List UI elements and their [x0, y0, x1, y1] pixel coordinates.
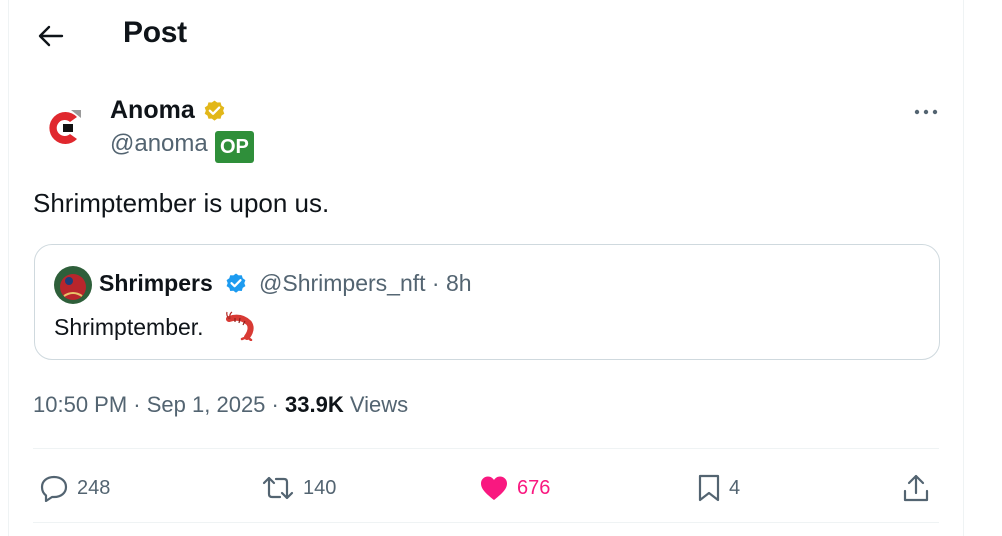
- repost-count: 140: [303, 476, 337, 499]
- post-meta: 10:50 PM · Sep 1, 2025 · 33.9K Views: [33, 392, 408, 418]
- repost-icon: [262, 476, 294, 500]
- reply-button[interactable]: 248: [39, 470, 110, 506]
- back-button[interactable]: [35, 20, 67, 52]
- reply-icon: [40, 475, 68, 502]
- author-name[interactable]: Anoma: [110, 96, 195, 125]
- page-title: Post: [123, 16, 187, 49]
- verified-gold-badge-icon: [204, 100, 225, 121]
- post-text: Shrimptember is upon us.: [33, 188, 330, 218]
- heart-filled-icon: [481, 476, 507, 500]
- quoted-author-avatar[interactable]: [54, 266, 92, 304]
- op-badge: OP: [215, 131, 254, 163]
- more-options-button[interactable]: [909, 100, 943, 124]
- top-bar: Post: [9, 0, 963, 70]
- post-column: Post Anoma @anoma OP Shrimptember is upo…: [8, 0, 964, 536]
- views-count: 33.9K: [285, 392, 344, 417]
- arrow-left-icon: [38, 25, 64, 47]
- post-date[interactable]: Sep 1, 2025: [147, 392, 266, 417]
- divider: [33, 522, 939, 523]
- bookmark-count: 4: [729, 476, 741, 499]
- like-count: 676: [517, 476, 551, 499]
- views-label: Views: [349, 392, 409, 417]
- bookmark-icon: [698, 474, 720, 502]
- quoted-author-name: Shrimpers: [99, 270, 213, 296]
- reply-count: 248: [77, 476, 111, 499]
- quoted-post-text: Shrimptember.: [54, 314, 204, 340]
- share-button[interactable]: [902, 470, 930, 506]
- quoted-author-handle-time: @Shrimpers_nft · 8h: [259, 270, 472, 296]
- verified-blue-badge-icon: [226, 273, 246, 293]
- author-handle[interactable]: @anoma: [110, 130, 208, 158]
- author-avatar[interactable]: [41, 104, 89, 152]
- shrimp-icon: [226, 311, 254, 341]
- share-upload-icon: [903, 474, 929, 502]
- shrimpers-avatar-icon: [54, 266, 92, 304]
- meta-separator: ·: [133, 392, 141, 417]
- repost-button[interactable]: 140: [261, 470, 336, 506]
- meta-separator: ·: [271, 392, 279, 417]
- bookmark-button[interactable]: 4: [697, 470, 740, 506]
- quoted-post-card[interactable]: Shrimpers @Shrimpers_nft · 8h Shrimptemb…: [34, 244, 940, 360]
- like-button[interactable]: 676: [479, 470, 550, 506]
- more-horizontal-icon: [914, 109, 938, 115]
- post-time[interactable]: 10:50 PM: [33, 392, 127, 417]
- divider: [33, 448, 939, 449]
- anoma-logo-icon: [49, 110, 81, 144]
